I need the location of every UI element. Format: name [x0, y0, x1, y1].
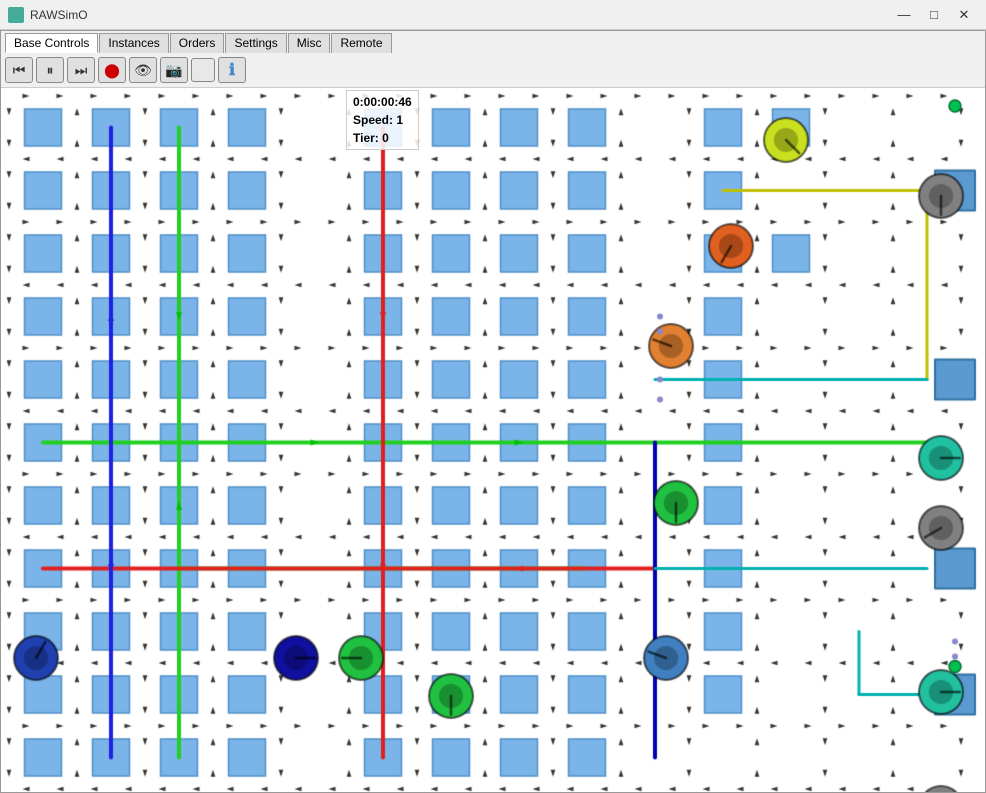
pause-button[interactable]: ⏸: [36, 57, 64, 83]
rewind-button[interactable]: ⏮: [5, 57, 33, 83]
timer-box: 0:00:00:46 Speed: 1 Tier: 0: [346, 90, 419, 150]
tab-remote[interactable]: Remote: [331, 33, 391, 53]
eye-button[interactable]: 👁: [129, 57, 157, 83]
button-row: ⏮ ⏸ ⏭ ⬤ 👁 📷 ℹ: [5, 55, 981, 85]
tab-instances[interactable]: Instances: [99, 33, 168, 53]
stop-button[interactable]: ⬤: [98, 57, 126, 83]
close-button[interactable]: ✕: [950, 5, 978, 25]
minimize-button[interactable]: —: [890, 5, 918, 25]
tab-orders[interactable]: Orders: [170, 33, 225, 53]
timer-tier: Tier: 0: [353, 129, 412, 147]
forward-button[interactable]: ⏭: [67, 57, 95, 83]
tab-misc[interactable]: Misc: [288, 33, 331, 53]
simulation-area: 0:00:00:46 Speed: 1 Tier: 0: [1, 88, 985, 792]
app-title: RAWSimO: [30, 8, 890, 22]
timer-speed: Speed: 1: [353, 111, 412, 129]
window-controls: — □ ✕: [890, 5, 978, 25]
timer-time: 0:00:00:46: [353, 93, 412, 111]
tab-base-controls[interactable]: Base Controls: [5, 33, 98, 53]
tab-settings[interactable]: Settings: [225, 33, 286, 53]
tab-row: Base Controls Instances Orders Settings …: [5, 33, 981, 53]
app-icon: [8, 7, 24, 23]
main-window: Base Controls Instances Orders Settings …: [0, 30, 986, 793]
toolbar-area: Base Controls Instances Orders Settings …: [1, 31, 985, 88]
info-button[interactable]: ℹ: [218, 57, 246, 83]
maximize-button[interactable]: □: [920, 5, 948, 25]
sim-canvas: [1, 88, 985, 792]
color-swatch: [191, 58, 215, 82]
title-bar: RAWSimO — □ ✕: [0, 0, 986, 30]
camera-button[interactable]: 📷: [160, 57, 188, 83]
